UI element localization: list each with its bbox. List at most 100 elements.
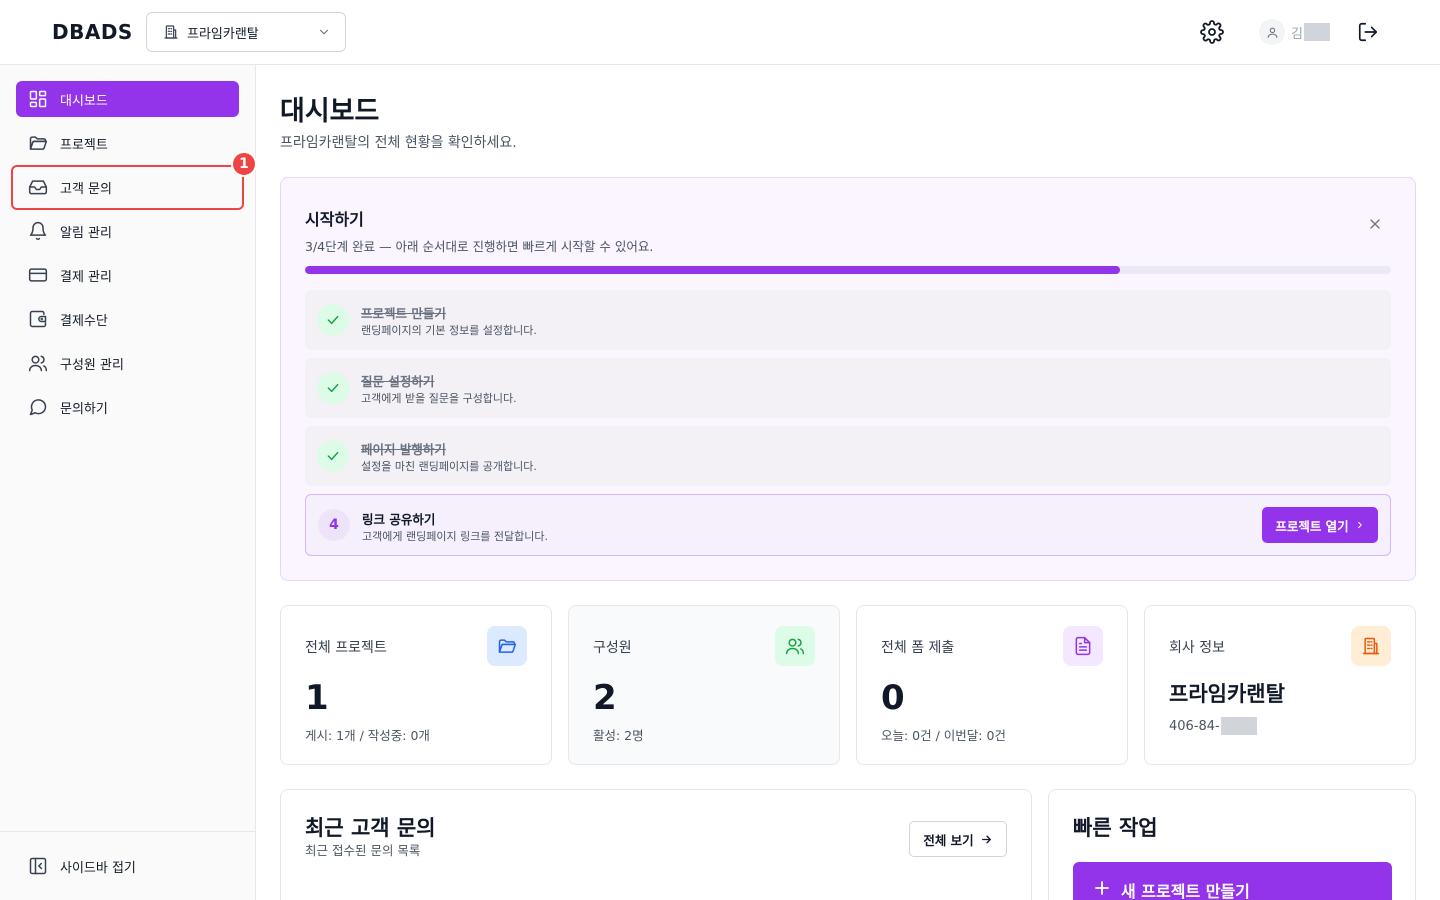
stat-value: 1 bbox=[305, 678, 329, 718]
page-title: 대시보드 bbox=[280, 96, 380, 127]
progress-fill bbox=[305, 266, 1120, 274]
stat-card-submissions[interactable]: 전체 폼 제출 0 오늘: 0건 / 이번달: 0건 bbox=[856, 605, 1128, 765]
step-title: 질문 설정하기 bbox=[361, 374, 435, 389]
stat-label: 전체 프로젝트 bbox=[305, 640, 387, 656]
redacted-business-number bbox=[1220, 717, 1257, 735]
user-menu[interactable]: 김 bbox=[1259, 19, 1330, 45]
bell-icon bbox=[29, 221, 47, 241]
step-number: 4 bbox=[318, 509, 350, 541]
stat-card-projects[interactable]: 전체 프로젝트 1 게시: 1개 / 작성중: 0개 bbox=[280, 605, 552, 765]
step-title: 링크 공유하기 bbox=[362, 512, 436, 527]
sidebar-item-label: 결제수단 bbox=[60, 313, 108, 329]
sidebar-item-notifications[interactable]: 알림 관리 bbox=[16, 213, 239, 249]
step-description: 고객에게 랜딩페이지 링크를 전달합니다. bbox=[362, 530, 549, 543]
inbox-icon bbox=[28, 180, 48, 195]
sidebar-item-projects[interactable]: 프로젝트 bbox=[16, 125, 239, 161]
document-icon bbox=[1063, 626, 1103, 666]
sidebar-collapse-button[interactable]: 사이드바 접기 bbox=[16, 848, 239, 884]
logout-icon[interactable] bbox=[1357, 21, 1379, 43]
quick-actions-card: 빠른 작업 새 프로젝트 만들기 bbox=[1048, 789, 1416, 900]
user-icon bbox=[1267, 27, 1277, 38]
view-all-button[interactable]: 전체 보기 bbox=[909, 821, 1007, 857]
new-project-label: 새 프로젝트 만들기 bbox=[1121, 882, 1250, 900]
step-title: 페이지 발행하기 bbox=[361, 442, 446, 457]
dashboard-icon bbox=[29, 90, 47, 108]
avatar bbox=[1259, 19, 1285, 45]
sidebar-item-label: 고객 문의 bbox=[60, 181, 112, 197]
stat-sub: 오늘: 0건 / 이번달: 0건 bbox=[881, 728, 1006, 743]
view-all-label: 전체 보기 bbox=[923, 832, 974, 848]
sidebar-footer: 사이드바 접기 bbox=[0, 831, 255, 900]
step-description: 고객에게 받을 질문을 구성합니다. bbox=[361, 392, 517, 405]
step-badge: 1 bbox=[231, 151, 257, 177]
building-icon bbox=[164, 25, 178, 39]
step-item-current: 4 링크 공유하기 고객에게 랜딩페이지 링크를 전달합니다. 프로젝트 열기 bbox=[305, 494, 1391, 556]
building-icon bbox=[1351, 626, 1391, 666]
step-item: 질문 설정하기 고객에게 받을 질문을 구성합니다. bbox=[305, 358, 1391, 418]
getting-started-title: 시작하기 bbox=[305, 210, 364, 229]
stat-label: 전체 폼 제출 bbox=[881, 640, 955, 656]
recent-inquiries-title: 최근 고객 문의 bbox=[305, 816, 436, 840]
check-icon bbox=[317, 304, 349, 336]
plus-icon bbox=[1095, 881, 1109, 895]
check-icon bbox=[317, 372, 349, 404]
stat-label: 구성원 bbox=[593, 640, 632, 656]
gear-icon[interactable] bbox=[1200, 20, 1224, 44]
recent-inquiries-subtitle: 최근 접수된 문의 목록 bbox=[305, 843, 421, 858]
getting-started-subtitle: 3/4단계 완료 — 아래 순서대로 진행하면 빠르게 시작할 수 있어요. bbox=[305, 239, 654, 254]
top-header: DBADS 프라임카랜탈 김 bbox=[0, 0, 1440, 65]
sidebar-item-label: 대시보드 bbox=[60, 93, 108, 109]
chevron-down-icon bbox=[319, 29, 329, 35]
sidebar-item-members[interactable]: 구성원 관리 bbox=[16, 345, 239, 381]
stat-label: 회사 정보 bbox=[1169, 640, 1225, 656]
stat-sub: 게시: 1개 / 작성중: 0개 bbox=[305, 728, 430, 743]
recent-inquiries-card: 최근 고객 문의 최근 접수된 문의 목록 전체 보기 bbox=[280, 789, 1032, 900]
step-description: 설정을 마친 랜딩페이지를 공개합니다. bbox=[361, 460, 537, 473]
close-icon[interactable] bbox=[1367, 216, 1383, 232]
getting-started-card: 시작하기 3/4단계 완료 — 아래 순서대로 진행하면 빠르게 시작할 수 있… bbox=[280, 177, 1416, 581]
stat-card-members[interactable]: 구성원 2 활성: 2명 bbox=[568, 605, 840, 765]
step-item: 프로젝트 만들기 랜딩페이지의 기본 정보를 설정합니다. bbox=[305, 290, 1391, 350]
stat-sub: 활성: 2명 bbox=[593, 728, 644, 743]
sidebar-item-label: 구성원 관리 bbox=[60, 357, 124, 373]
sidebar-collapse-icon bbox=[29, 857, 47, 875]
check-icon bbox=[317, 440, 349, 472]
main-content: 대시보드 프라임카랜탈의 전체 현황을 확인하세요. 시작하기 3/4단계 완료… bbox=[256, 65, 1440, 900]
wallet-icon bbox=[29, 310, 47, 328]
sidebar-item-billing[interactable]: 결제 관리 bbox=[16, 257, 239, 293]
step-description: 랜딩페이지의 기본 정보를 설정합니다. bbox=[361, 324, 537, 337]
sidebar-item-payment-methods[interactable]: 결제수단 bbox=[16, 301, 239, 337]
progress-bar bbox=[305, 266, 1391, 274]
folder-icon bbox=[29, 136, 48, 150]
sidebar-item-customer-inquiries[interactable]: 고객 문의 bbox=[16, 169, 239, 205]
sidebar-item-label: 알림 관리 bbox=[60, 225, 112, 241]
app-logo[interactable]: DBADS bbox=[52, 20, 133, 44]
organization-select[interactable]: 프라임카랜탈 bbox=[146, 12, 346, 52]
user-name: 김 bbox=[1291, 26, 1303, 42]
folder-icon bbox=[487, 626, 527, 666]
page-subtitle: 프라임카랜탈의 전체 현황을 확인하세요. bbox=[280, 135, 517, 151]
stat-value: 0 bbox=[881, 678, 905, 718]
sidebar-item-label: 프로젝트 bbox=[60, 137, 108, 153]
chevron-right-icon bbox=[1357, 521, 1362, 529]
credit-card-icon bbox=[28, 268, 48, 282]
step-title: 프로젝트 만들기 bbox=[361, 306, 446, 321]
step-item: 페이지 발행하기 설정을 마친 랜딩페이지를 공개합니다. bbox=[305, 426, 1391, 486]
sidebar-item-label: 결제 관리 bbox=[60, 269, 112, 285]
open-project-label: 프로젝트 열기 bbox=[1275, 518, 1349, 534]
stat-card-company[interactable]: 회사 정보 프라임카랜탈 406-84- bbox=[1144, 605, 1416, 765]
stat-value: 2 bbox=[593, 678, 617, 718]
users-icon bbox=[775, 626, 815, 666]
sidebar-collapse-label: 사이드바 접기 bbox=[60, 860, 136, 876]
redacted-user-name bbox=[1303, 23, 1330, 41]
arrow-right-icon bbox=[981, 835, 991, 843]
organization-name: 프라임카랜탈 bbox=[187, 26, 259, 42]
business-number-text: 406-84- bbox=[1169, 718, 1220, 734]
sidebar-item-label: 문의하기 bbox=[60, 401, 108, 417]
business-number: 406-84- bbox=[1169, 717, 1257, 735]
sidebar-item-contact[interactable]: 문의하기 bbox=[16, 389, 239, 425]
sidebar-item-dashboard[interactable]: 대시보드 bbox=[16, 81, 239, 117]
new-project-button[interactable]: 새 프로젝트 만들기 bbox=[1073, 862, 1392, 900]
open-project-button[interactable]: 프로젝트 열기 bbox=[1262, 507, 1378, 543]
sidebar: 대시보드 프로젝트 고객 문의 알림 관리 결제 관리 결제수단 구성원 관리 … bbox=[0, 65, 257, 900]
